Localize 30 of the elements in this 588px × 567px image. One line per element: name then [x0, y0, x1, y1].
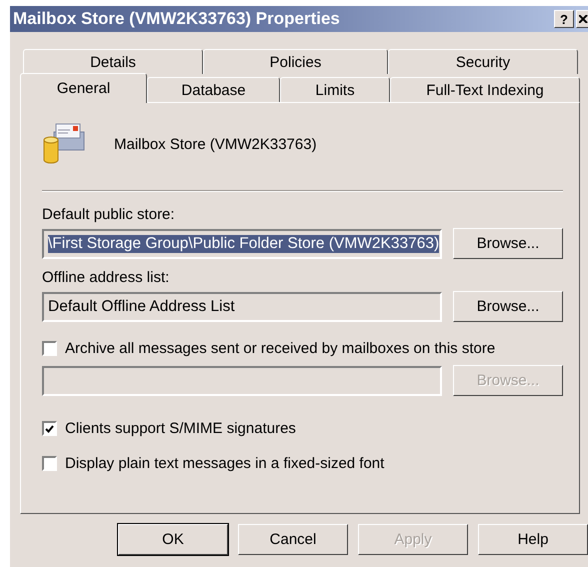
checkbox-label: Display plain text messages in a fixed-sized font — [65, 455, 384, 472]
checkbox-label: Archive all messages sent or received by mailboxes on this store — [65, 340, 496, 357]
dialog-button[interactable]: OK — [118, 524, 228, 555]
checkbox-label: Clients support S/MIME signatures — [65, 420, 296, 437]
dialog-button[interactable]: Cancel — [238, 524, 348, 555]
checkbox[interactable] — [42, 341, 57, 356]
input-field[interactable] — [42, 366, 442, 396]
tab[interactable]: Limits — [280, 77, 390, 102]
store-name: Mailbox Store (VMW2K33763) — [114, 136, 317, 152]
browse-button[interactable]: Browse... — [453, 291, 563, 322]
input-field[interactable]: \First Storage Group\Public Folder Store (VMW2K33763) — [42, 228, 442, 258]
input-field[interactable]: Default Offline Address List — [42, 292, 442, 322]
help-button[interactable]: ? — [554, 10, 574, 28]
tab[interactable]: Database — [147, 77, 280, 102]
check-icon — [45, 424, 54, 432]
field-label: Default public store: — [42, 206, 176, 223]
browse-button[interactable]: Browse... — [453, 228, 563, 259]
close-icon — [579, 15, 588, 23]
dialog-button[interactable]: Help — [478, 524, 588, 555]
tab[interactable]: Details — [23, 49, 203, 74]
window-title: Mailbox Store (VMW2K33763) Properties — [13, 9, 341, 29]
tab[interactable]: Full-Text Indexing — [390, 77, 580, 102]
checkbox[interactable] — [42, 456, 57, 471]
tab[interactable]: Security — [388, 49, 578, 74]
field-label: Offline address list: — [42, 269, 170, 286]
close-button[interactable] — [576, 10, 588, 28]
tab[interactable]: Policies — [203, 49, 388, 74]
checkbox[interactable] — [42, 421, 57, 436]
mailbox-store-icon — [42, 122, 86, 166]
tab[interactable]: General — [20, 73, 147, 103]
